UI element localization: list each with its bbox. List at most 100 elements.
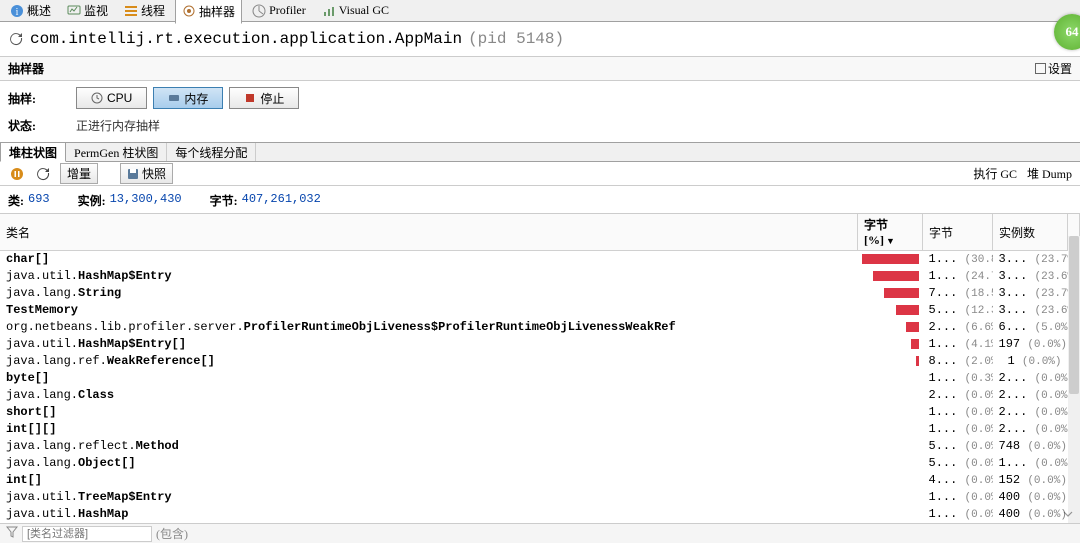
cell-classname: java.lang.Object[] [0,455,858,472]
sub-tab-0[interactable]: 堆柱状图 [0,142,66,162]
stop-icon [244,92,256,104]
table-row[interactable]: java.lang.String7... (18.5%)3... (23.7%) [0,285,1080,302]
refresh-small-icon[interactable] [34,165,52,183]
table-row[interactable]: char[]1... (30.8%)3... (23.7%) [0,251,1080,268]
cell-bar [858,404,923,421]
cell-bar [858,506,923,523]
settings-toggle[interactable]: 设置 [1035,60,1072,77]
sample-label: 抽样: [8,90,58,107]
cell-classname: java.lang.Class [0,387,858,404]
memory-button[interactable]: 内存 [153,87,223,109]
table-row[interactable]: byte[] 1... (0.3%)2... (0.0%) [0,370,1080,387]
tab-visualgc[interactable]: Visual GC [316,0,395,21]
cell-bar [858,438,923,455]
sub-tab-2[interactable]: 每个线程分配 [167,143,256,161]
refresh-icon[interactable] [8,31,24,47]
chevron-down-icon[interactable] [1062,508,1076,522]
info-icon: i [10,4,24,18]
pid-text: (pid 5148) [468,30,564,48]
profiler-icon [252,4,266,18]
cell-instances: 400 (0.0%) [993,489,1068,506]
snapshot-button[interactable]: 快照 [120,163,173,184]
vertical-scrollbar[interactable] [1068,236,1080,524]
tab-monitor[interactable]: 监视 [61,0,114,22]
cell-instances: 3... (23.6%) [993,302,1068,319]
cell-classname: TestMemory [0,302,858,319]
cell-classname: java.util.HashMap [0,506,858,523]
stop-button[interactable]: 停止 [229,87,299,109]
cell-bytes: 1... (0.0%) [923,506,993,523]
cell-bar [858,421,923,438]
cell-classname: java.util.HashMap$Entry [0,268,858,285]
scrollbar-thumb[interactable] [1069,236,1079,394]
cell-bytes: 1... (0.3%) [923,370,993,387]
cell-classname: byte[] [0,370,858,387]
classes-label: 类: [8,192,24,209]
cell-bar [858,472,923,489]
cell-instances: 3... (23.6%) [993,268,1068,285]
cell-bytes: 1... (4.1%) [923,336,993,353]
table-row[interactable]: java.lang.ref.WeakReference[]8... (2.0%)… [0,353,1080,370]
sub-tab-1[interactable]: PermGen 柱状图 [66,143,167,161]
col-bytes[interactable]: 字节 [923,214,993,251]
cell-bytes: 1... (30.8%) [923,251,993,268]
cell-bytes: 4... (0.0%) [923,472,993,489]
cell-bar [858,489,923,506]
cell-bar [858,370,923,387]
tab-sampler[interactable]: 抽样器 [175,0,242,24]
table-row[interactable]: int[][]1... (0.0%)2... (0.0%) [0,421,1080,438]
tab-info[interactable]: i概述 [4,0,57,22]
status-value: 正进行内存抽样 [76,117,160,134]
table-row[interactable]: org.netbeans.lib.profiler.server.Profile… [0,319,1080,336]
cell-bytes: 1... (0.0%) [923,489,993,506]
cell-classname: java.util.TreeMap$Entry [0,489,858,506]
tab-profiler[interactable]: Profiler [246,0,312,21]
table-row[interactable]: java.lang.Object[]5... (0.0%)1... (0.0%) [0,455,1080,472]
tab-threads[interactable]: 线程 [118,0,171,22]
cell-bytes: 2... (6.6%) [923,319,993,336]
filter-mode: (包含) [156,525,188,542]
cell-instances: 2... (0.0%) [993,421,1068,438]
cell-classname: char[] [0,251,858,268]
sampler-icon [182,4,196,18]
cell-instances: 3... (23.7%) [993,285,1068,302]
cpu-button[interactable]: CPU [76,87,147,109]
classes-value: 693 [28,192,50,209]
status-row: 状态: 正进行内存抽样 [0,115,1080,142]
cell-bytes: 5... (0.0%) [923,438,993,455]
col-bytes-pct[interactable]: 字节 [%]▼ [858,214,923,251]
table-wrap: 类名 字节 [%]▼ 字节 实例数 char[]1... (30.8%)3...… [0,214,1080,544]
checkbox-icon [1035,63,1046,74]
dump-button[interactable]: 堆 Dump [1027,165,1072,182]
cell-bytes: 5... (12.3%) [923,302,993,319]
table-row[interactable]: java.util.HashMap$Entry1... (24.7%)3... … [0,268,1080,285]
cell-bar [858,353,923,370]
delta-button[interactable]: 增量 [60,163,98,184]
col-instances[interactable]: 实例数 [993,214,1068,251]
class-filter-input[interactable] [22,526,152,542]
action-bar: 增量 快照 执行 GC 堆 Dump [0,162,1080,186]
cell-instances: 6... (5.0%) [993,319,1068,336]
instances-label: 实例: [78,192,106,209]
cell-instances: 2... (0.0%) [993,370,1068,387]
stats-row: 类:693 实例:13,300,430 字节:407,261,032 [0,186,1080,214]
table-row[interactable]: TestMemory 5... (12.3%)3... (23.6%) [0,302,1080,319]
visualgc-icon [322,4,336,18]
threads-icon [124,4,138,18]
table-row[interactable]: java.util.HashMap1... (0.0%)400 (0.0%) [0,506,1080,523]
cell-classname: short[] [0,404,858,421]
col-classname[interactable]: 类名 [0,214,858,251]
table-row[interactable]: java.lang.Class2... (0.0%)2... (0.0%) [0,387,1080,404]
table-row[interactable]: java.util.TreeMap$Entry 1... (0.0%)400 (0… [0,489,1080,506]
table-row[interactable]: short[]1... (0.0%)2... (0.0%) [0,404,1080,421]
table-row[interactable]: int[]4... (0.0%)152 (0.0%) [0,472,1080,489]
filter-bar: (包含) [0,523,1080,543]
cell-instances: 2... (0.0%) [993,387,1068,404]
table-row[interactable]: java.util.HashMap$Entry[]1... (4.1%)197 … [0,336,1080,353]
gc-button[interactable]: 执行 GC [973,165,1017,182]
bytes-label: 字节: [210,192,238,209]
cell-bytes: 7... (18.5%) [923,285,993,302]
pause-icon[interactable] [8,165,26,183]
table-row[interactable]: java.lang.reflect.Method5... (0.0%)748 (… [0,438,1080,455]
cell-bytes: 5... (0.0%) [923,455,993,472]
